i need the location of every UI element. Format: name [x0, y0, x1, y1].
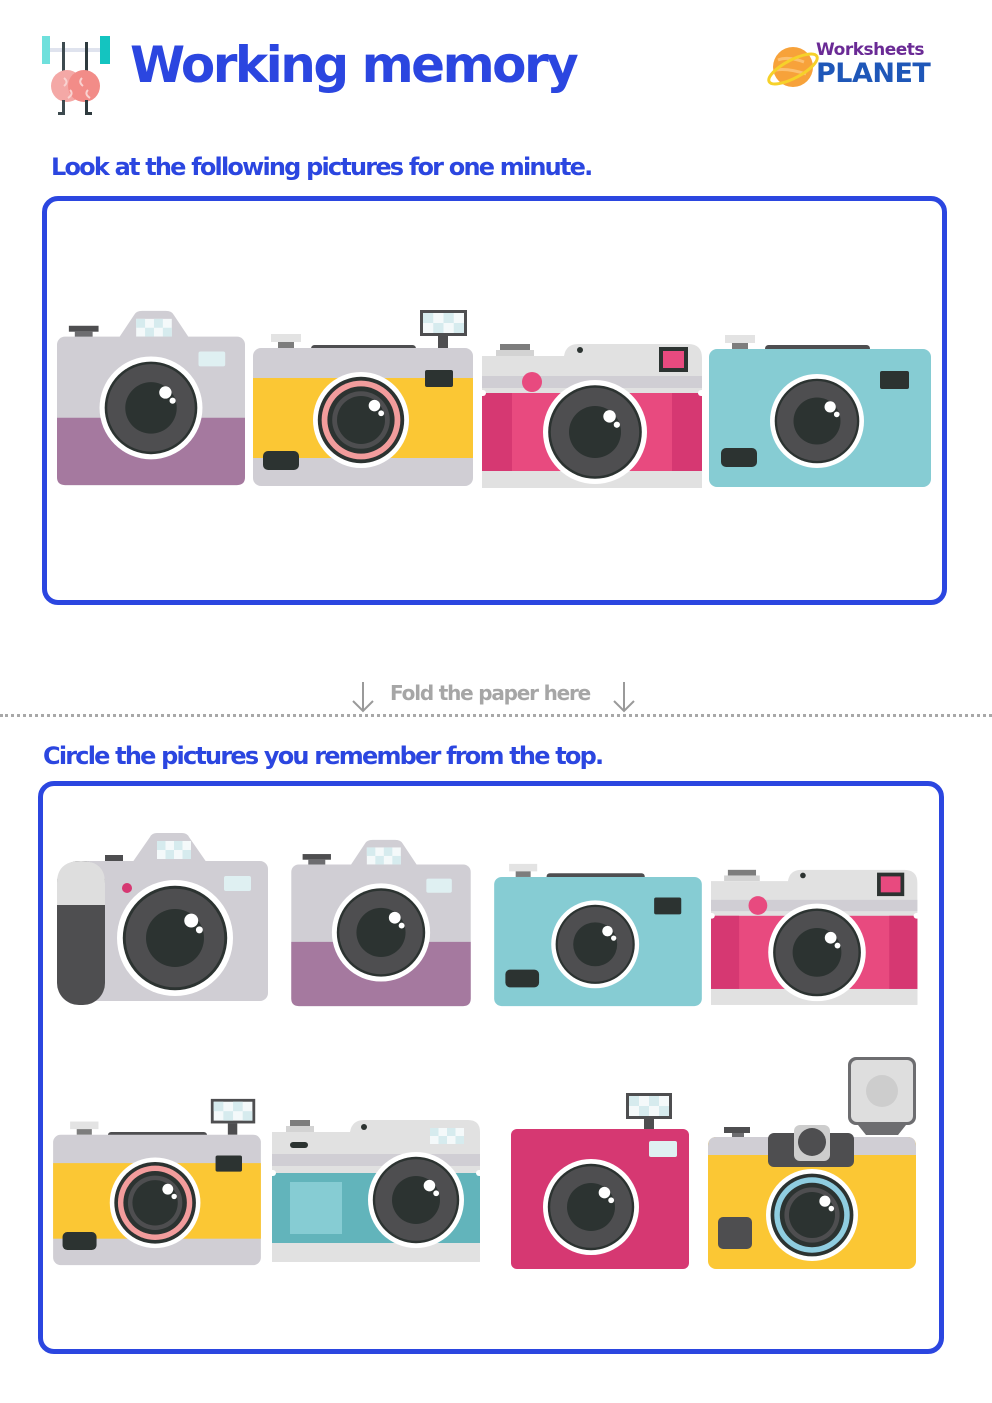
- memorize-picture-1: [57, 308, 245, 488]
- camera-illustration: [494, 863, 702, 1007]
- camera-illustration: [511, 1093, 689, 1269]
- recall-instruction: Circle the pictures you remember from th…: [43, 742, 604, 770]
- fold-line: [0, 714, 992, 717]
- logo-text-planet: PLANET: [816, 58, 931, 89]
- recall-picture-3[interactable]: [494, 862, 702, 1007]
- camera-illustration: [291, 839, 471, 1007]
- fold-label: Fold the paper here: [390, 681, 591, 705]
- memorize-instruction: Look at the following pictures for one m…: [51, 153, 593, 181]
- recall-picture-2[interactable]: [291, 838, 471, 1008]
- planet-icon: [767, 47, 819, 87]
- camera-illustration: [709, 335, 931, 487]
- logo-text-worksheets: Worksheets: [816, 40, 925, 60]
- recall-picture-7[interactable]: [511, 1093, 691, 1269]
- recall-picture-6[interactable]: [268, 1120, 484, 1264]
- recall-picture-4[interactable]: [707, 863, 923, 1008]
- camera-illustration: [53, 1098, 261, 1266]
- memorize-picture-3: [478, 338, 708, 490]
- camera-illustration: [707, 869, 922, 1005]
- arrow-down-icon: [352, 682, 374, 713]
- recall-picture-1[interactable]: [57, 833, 268, 1007]
- recall-picture-5[interactable]: [52, 1097, 262, 1267]
- camera-illustration: [253, 310, 473, 486]
- camera-illustration: [268, 1120, 484, 1262]
- memorize-picture-2: [253, 308, 473, 488]
- worksheets-planet-logo: Worksheets PLANET: [766, 38, 956, 98]
- memorize-picture-4: [709, 333, 931, 488]
- camera-illustration: [57, 833, 268, 1005]
- camera-illustration: [57, 310, 245, 486]
- arrow-down-icon: [613, 682, 635, 713]
- brain-lifting-weights-icon: [42, 36, 110, 115]
- page-title: Working memory: [130, 36, 579, 94]
- camera-illustration: [708, 1057, 916, 1269]
- recall-picture-8[interactable]: [708, 1057, 918, 1269]
- camera-illustration: [478, 344, 706, 488]
